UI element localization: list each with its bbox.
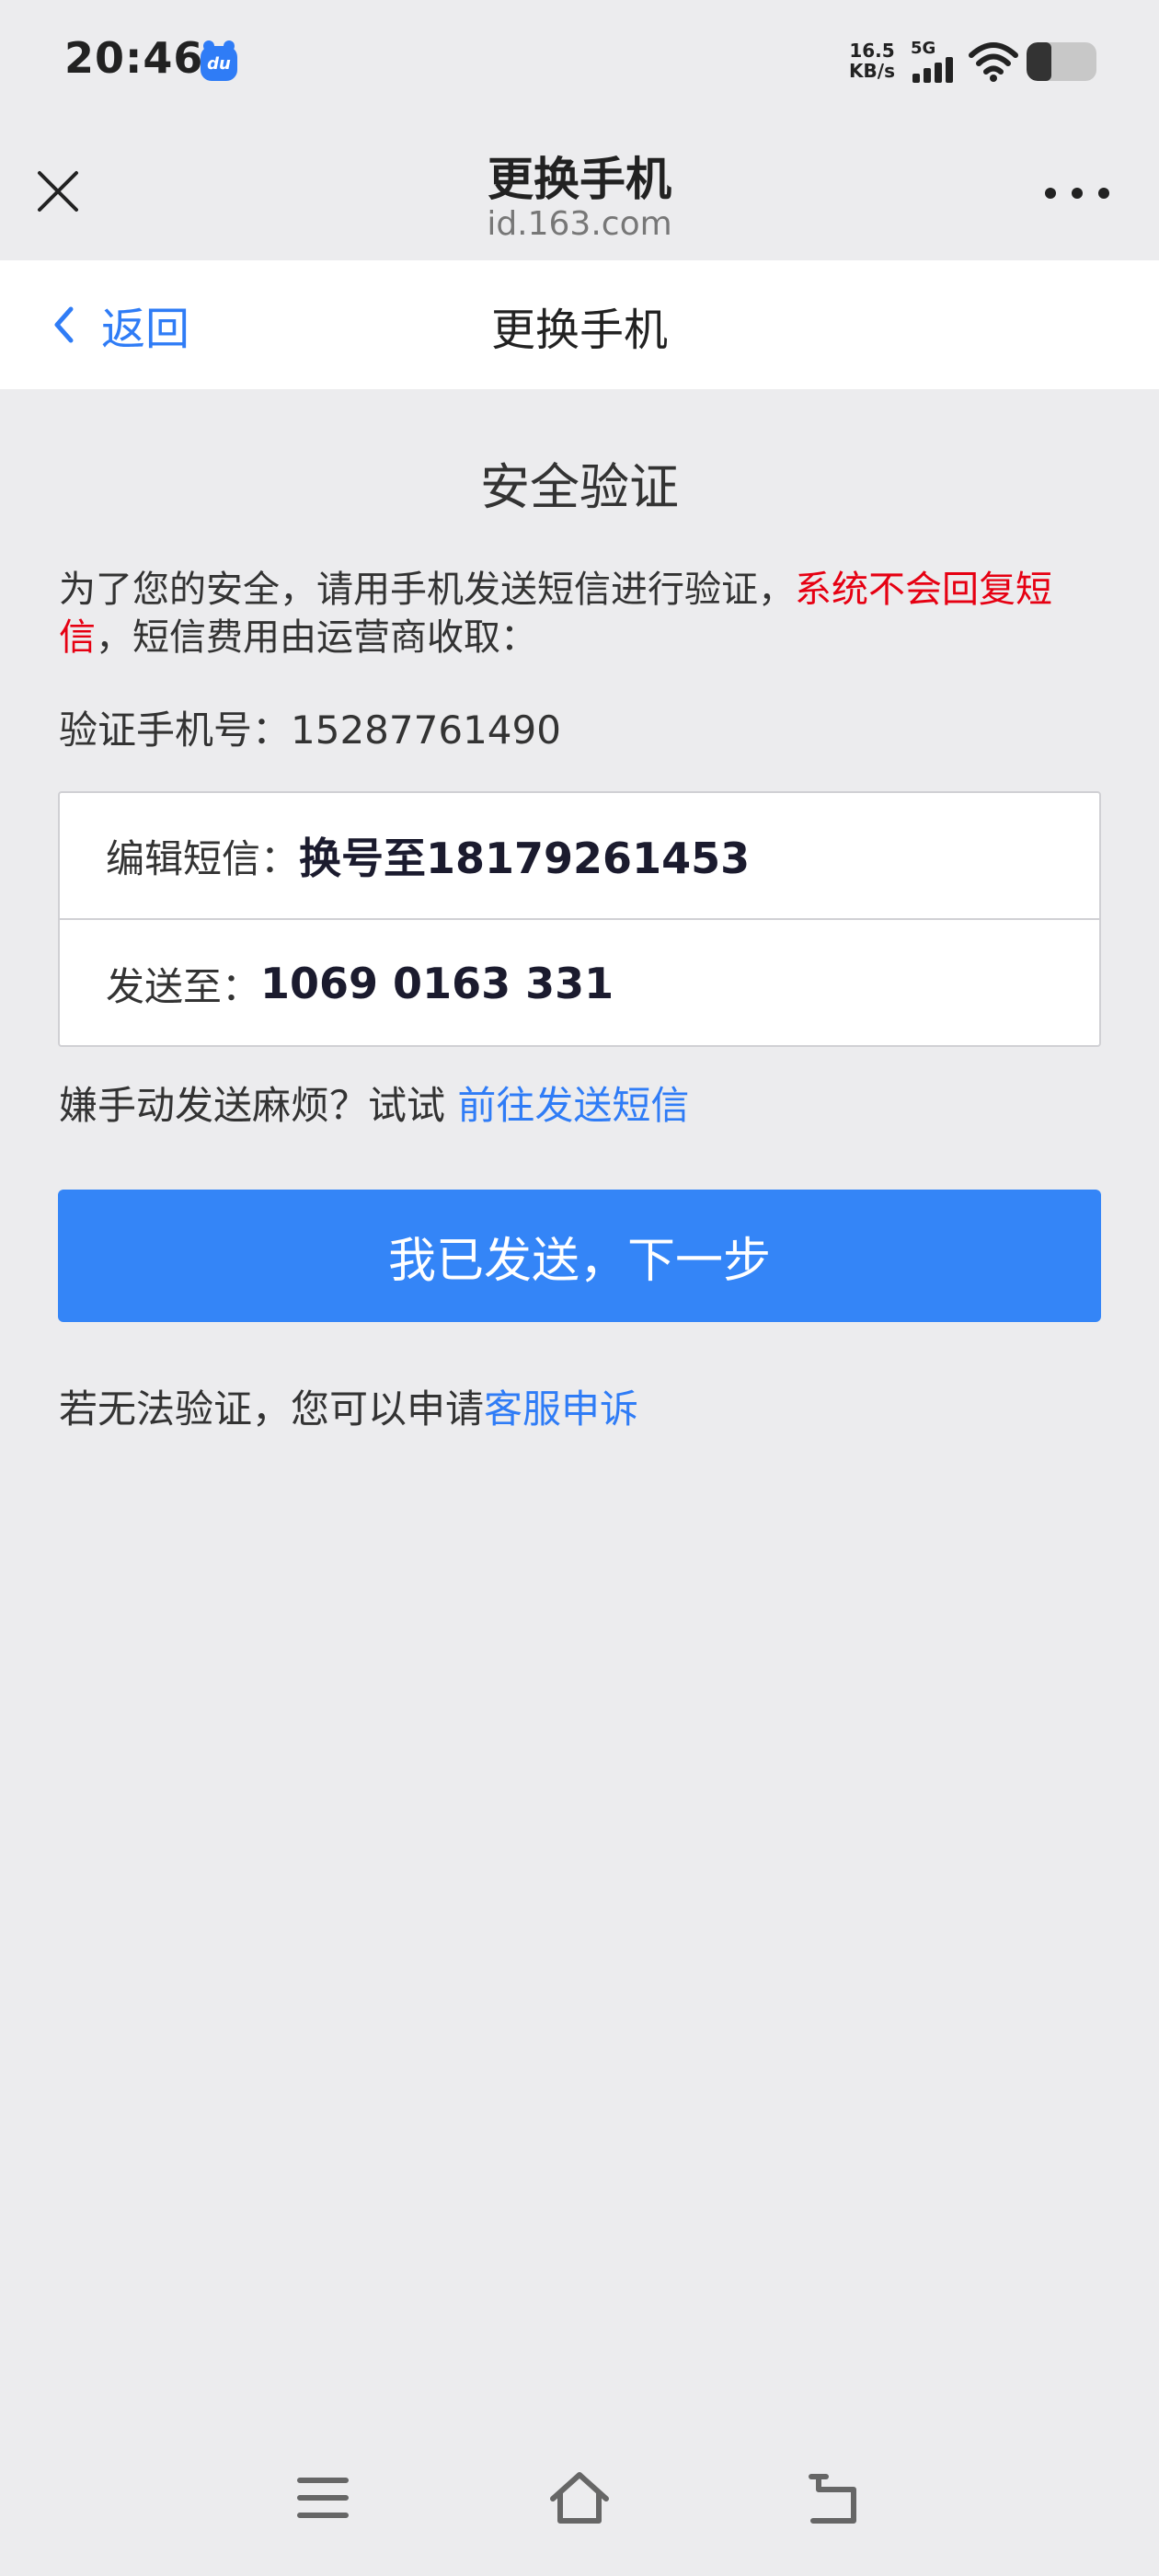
- more-dot-icon: [1098, 188, 1109, 199]
- notice-text-suffix: ，短信费用由运营商收取：: [96, 616, 537, 659]
- appeal-row: 若无法验证，您可以申请客服申诉: [59, 1378, 638, 1434]
- section-title: 安全验证: [480, 458, 679, 516]
- more-dot-icon: [1045, 188, 1056, 199]
- signal-bars-icon: [912, 57, 953, 83]
- phone-value: 15287761490: [291, 707, 561, 753]
- network-type-label: 5G: [911, 39, 936, 58]
- browser-title-bar: 更换手机 id.163.com: [0, 124, 1159, 260]
- sms-content-value: 换号至18179261453: [299, 834, 751, 883]
- nav-bar: 返回 更换手机: [0, 260, 1159, 389]
- manual-send-row: 嫌手动发送麻烦？试试 前往发送短信: [59, 1075, 689, 1131]
- back-nav-icon[interactable]: [804, 2466, 868, 2530]
- verify-phone-row: 验证手机号：15287761490: [59, 699, 561, 755]
- go-send-sms-link[interactable]: 前往发送短信: [457, 1083, 689, 1128]
- notice-text: 为了您的安全，请用手机发送短信进行验证，: [59, 569, 795, 611]
- sms-content-label: 编辑短信：: [106, 835, 300, 881]
- wifi-icon: [969, 42, 1018, 82]
- status-time: 20:46: [64, 33, 204, 83]
- sms-recipient-value: 1069 0163 331: [260, 959, 614, 1008]
- sms-recipient-label: 发送至：: [106, 963, 261, 1009]
- verification-notice: 为了您的安全，请用手机发送短信进行验证，系统不会回复短信，短信费用由运营商收取：: [59, 566, 1107, 661]
- status-bar: 20:46 du 16.5 KB/s 5G: [0, 0, 1159, 124]
- sms-recipient-row: 发送至： 1069 0163 331: [60, 920, 1099, 1047]
- appeal-text: 若无法验证，您可以申请: [59, 1386, 485, 1432]
- battery-level-fill: [1027, 42, 1051, 81]
- customer-service-appeal-link[interactable]: 客服申诉: [484, 1386, 638, 1432]
- home-icon[interactable]: [547, 2466, 612, 2530]
- more-dot-icon: [1072, 188, 1083, 199]
- network-speed-value: 16.5: [849, 40, 895, 62]
- manual-send-text: 嫌手动发送麻烦？试试: [59, 1083, 458, 1128]
- system-nav-bar: [0, 2466, 1159, 2558]
- sent-next-button[interactable]: 我已发送，下一步: [58, 1190, 1101, 1322]
- network-speed-unit: KB/s: [849, 60, 895, 82]
- battery-icon: [1027, 42, 1096, 81]
- page-title: 更换手机: [488, 153, 671, 206]
- sms-content-row: 编辑短信： 换号至18179261453: [60, 793, 1099, 920]
- app-notification-icon: du: [201, 40, 237, 81]
- page-domain: id.163.com: [487, 205, 672, 243]
- phone-label: 验证手机号：: [59, 707, 292, 753]
- nav-title: 更换手机: [490, 305, 668, 356]
- network-speed: 16.5 KB/s: [844, 40, 900, 81]
- app-icon-text: du: [207, 53, 231, 74]
- menu-icon[interactable]: [291, 2466, 355, 2530]
- cellular-signal: 5G: [911, 39, 957, 83]
- more-options-button[interactable]: [1045, 179, 1109, 207]
- sms-info-box: 编辑短信： 换号至18179261453 发送至： 1069 0163 331: [58, 791, 1101, 1047]
